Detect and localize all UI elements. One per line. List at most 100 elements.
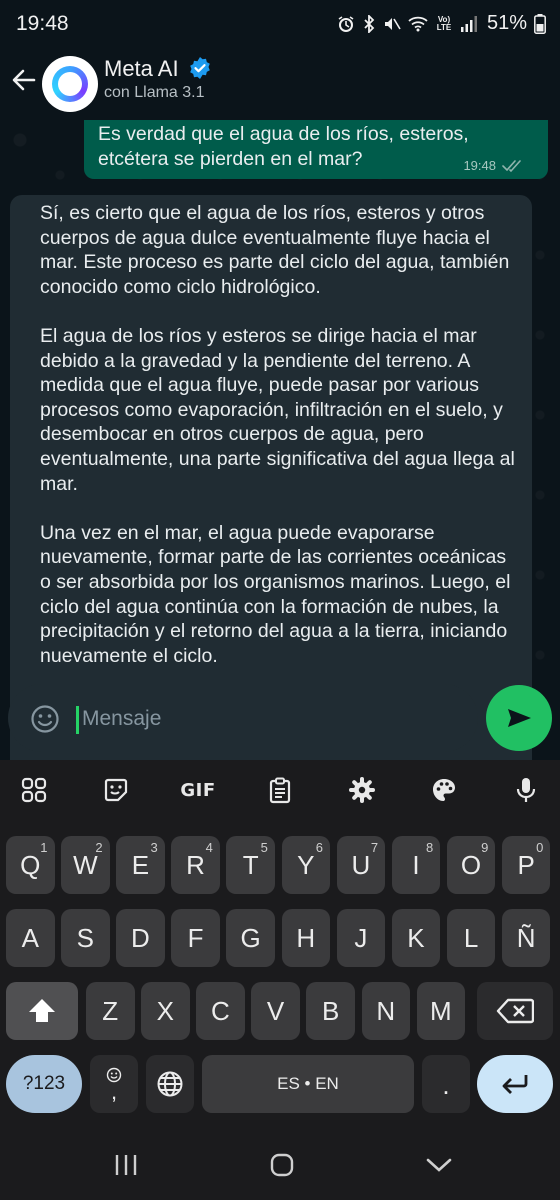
outgoing-message[interactable]: Es verdad que el agua de los ríos, ester… <box>84 120 548 179</box>
key-ñ[interactable]: Ñ <box>501 909 551 967</box>
key-d[interactable]: D <box>116 909 165 967</box>
key-number-hint: 4 <box>205 840 213 855</box>
settings-gear-icon[interactable] <box>344 772 380 808</box>
key-p[interactable]: P0 <box>501 836 551 894</box>
signal-icon <box>460 15 477 32</box>
key-a[interactable]: A <box>6 909 55 967</box>
apps-grid-icon[interactable] <box>16 772 52 808</box>
key-r[interactable]: R4 <box>171 836 220 894</box>
period-key[interactable]: . <box>422 1055 470 1113</box>
gif-label: GIF <box>180 779 216 801</box>
key-f[interactable]: F <box>171 909 220 967</box>
sticker-icon[interactable] <box>98 772 134 808</box>
avatar[interactable] <box>42 56 98 112</box>
navigation-bar <box>0 1130 560 1200</box>
key-label: M <box>430 995 452 1026</box>
clipboard-icon[interactable] <box>262 772 298 808</box>
contact-name[interactable]: Meta AI <box>104 56 179 82</box>
key-label: C <box>211 995 230 1026</box>
microphone-icon[interactable] <box>508 772 544 808</box>
key-e[interactable]: E3 <box>116 836 165 894</box>
key-l[interactable]: L <box>446 909 496 967</box>
key-g[interactable]: G <box>226 909 275 967</box>
bluetooth-icon <box>364 14 375 33</box>
key-number-hint: 7 <box>370 840 379 855</box>
emoji-comma-key[interactable]: , <box>90 1055 138 1113</box>
key-label: R <box>186 849 205 880</box>
key-x[interactable]: X <box>141 982 190 1040</box>
meta-ai-logo-icon <box>52 66 88 102</box>
key-number-hint: 5 <box>260 840 268 855</box>
key-n[interactable]: N <box>361 982 410 1040</box>
message-input-box[interactable]: Mensaje <box>8 684 478 752</box>
incoming-message[interactable]: Sí, es cierto que el agua de los ríos, e… <box>10 195 532 760</box>
back-chevron-icon[interactable] <box>424 1150 454 1180</box>
gif-button[interactable]: GIF <box>180 772 216 808</box>
key-label: L <box>463 922 479 953</box>
composer: Mensaje <box>0 680 560 760</box>
key-label: Q <box>20 849 41 880</box>
enter-arrow-icon <box>502 1075 528 1094</box>
key-label: F <box>187 922 204 953</box>
key-s[interactable]: S <box>61 909 110 967</box>
send-button[interactable] <box>486 685 552 751</box>
status-time: 19:48 <box>16 12 69 35</box>
space-key[interactable]: ES • EN <box>202 1055 414 1113</box>
key-m[interactable]: M <box>416 982 466 1040</box>
text-caret <box>76 706 79 734</box>
verified-badge-icon <box>190 57 210 79</box>
key-label: X <box>156 995 175 1026</box>
backspace-icon <box>496 998 534 1024</box>
key-label: H <box>296 922 316 953</box>
key-h[interactable]: H <box>281 909 330 967</box>
key-y[interactable]: Y6 <box>281 836 330 894</box>
send-icon <box>508 709 531 727</box>
key-u[interactable]: U7 <box>336 836 386 894</box>
key-label: Y <box>297 849 315 880</box>
key-label: A <box>21 922 39 953</box>
key-b[interactable]: B <box>306 982 355 1040</box>
backspace-key[interactable] <box>477 982 553 1040</box>
key-number-hint: 1 <box>40 840 48 855</box>
key-w[interactable]: W2 <box>61 836 110 894</box>
chat-area[interactable]: Es verdad que el agua de los ríos, ester… <box>0 120 560 760</box>
message-time: 19:48 <box>463 158 496 173</box>
key-label: N <box>376 995 396 1026</box>
key-i[interactable]: I8 <box>391 836 441 894</box>
key-number-hint: 3 <box>150 840 158 855</box>
key-k[interactable]: K <box>391 909 441 967</box>
symbols-key[interactable]: ?123 <box>6 1055 82 1113</box>
incoming-paragraph: El agua de los ríos y esteros se dirige … <box>40 324 515 495</box>
enter-key[interactable] <box>477 1055 553 1113</box>
emoji-icon[interactable] <box>30 704 60 734</box>
shift-key[interactable] <box>6 982 78 1040</box>
key-number-hint: 2 <box>95 840 103 855</box>
home-icon[interactable] <box>267 1150 297 1180</box>
status-bar: 19:48 Vo) LTE 51% <box>0 0 560 50</box>
language-key[interactable] <box>146 1055 194 1113</box>
key-t[interactable]: T5 <box>226 836 275 894</box>
battery-icon <box>534 13 546 34</box>
key-c[interactable]: C <box>196 982 245 1040</box>
key-number-hint: 0 <box>536 840 544 855</box>
back-arrow-icon[interactable] <box>10 66 38 94</box>
key-number-hint: 9 <box>481 840 489 855</box>
message-input[interactable]: Mensaje <box>82 707 161 731</box>
key-v[interactable]: V <box>251 982 300 1040</box>
globe-icon <box>157 1071 183 1097</box>
key-j[interactable]: J <box>336 909 386 967</box>
status-icons: Vo) LTE 51% <box>337 12 546 35</box>
key-label: B <box>321 995 340 1026</box>
key-number-hint: 8 <box>425 840 434 855</box>
chat-header: Meta AI con Llama 3.1 <box>0 50 560 120</box>
key-z[interactable]: Z <box>86 982 135 1040</box>
palette-icon[interactable] <box>426 772 462 808</box>
key-label: W <box>73 849 98 880</box>
battery-percent: 51% <box>486 12 527 34</box>
recent-apps-icon[interactable] <box>111 1150 141 1180</box>
key-number-hint: 6 <box>315 840 323 855</box>
network-label: Vo) LTE <box>436 14 452 32</box>
outgoing-message-meta: 19:48 <box>463 158 524 173</box>
key-o[interactable]: O9 <box>446 836 496 894</box>
key-q[interactable]: Q1 <box>6 836 55 894</box>
